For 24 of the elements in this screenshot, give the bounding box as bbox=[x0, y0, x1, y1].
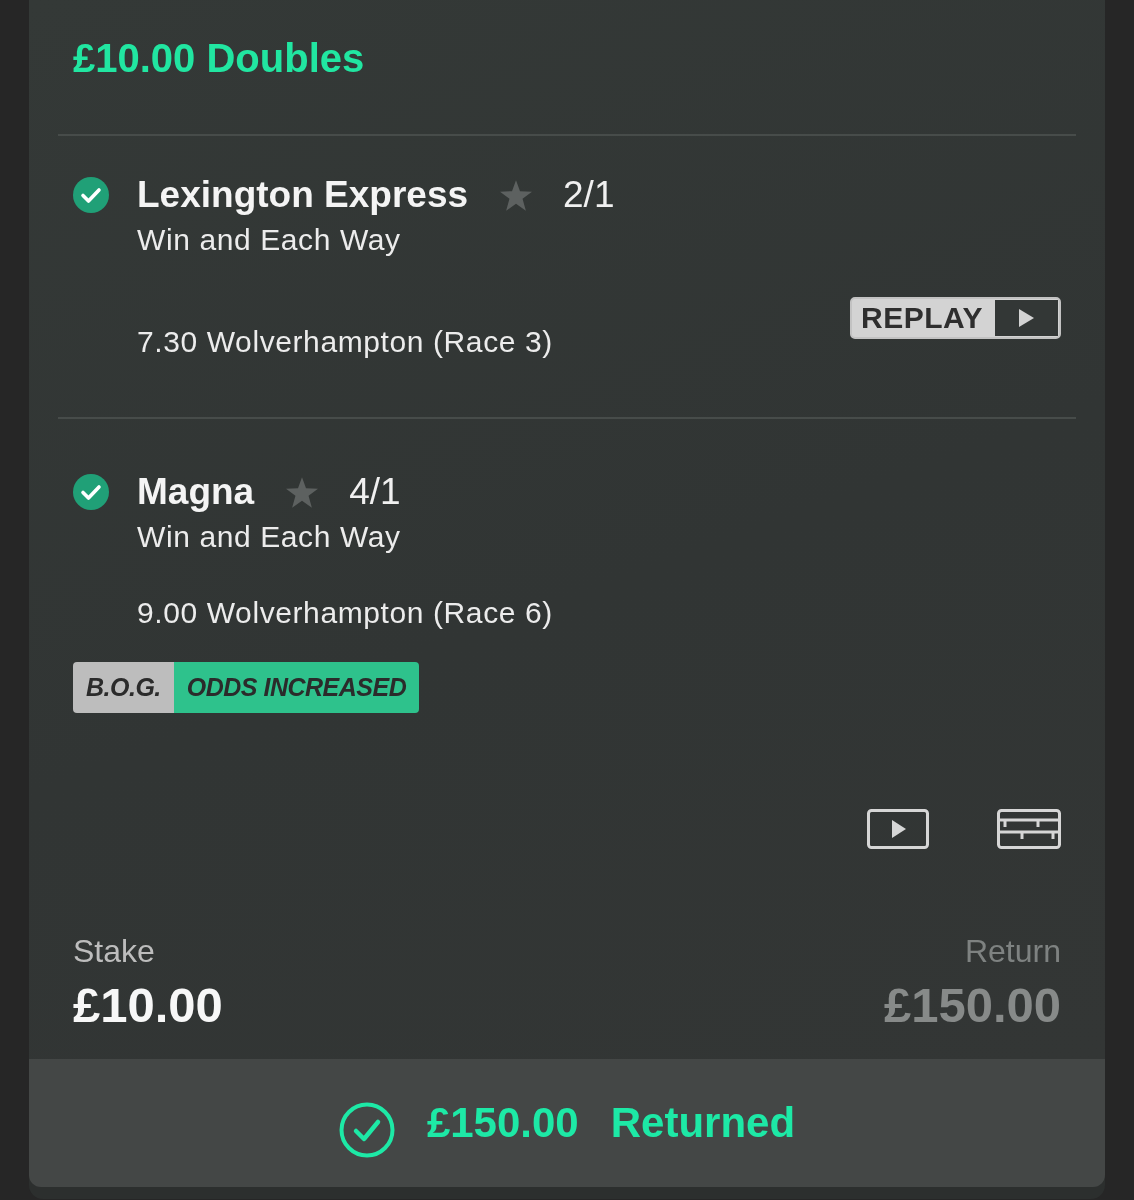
odds-text: 2/1 bbox=[563, 173, 615, 217]
stake-amount: £10.00 bbox=[73, 977, 223, 1033]
returned-status: Returned bbox=[610, 1098, 796, 1148]
market-text: Win and Each Way bbox=[137, 519, 402, 555]
return-label: Return bbox=[964, 932, 1061, 971]
replay-button[interactable]: REPLAY bbox=[850, 297, 1061, 339]
star-icon[interactable] bbox=[286, 476, 319, 508]
race-text: 9.00 Wolverhampton (Race 6) bbox=[137, 595, 553, 631]
race-text: 7.30 Wolverhampton (Race 3) bbox=[137, 324, 553, 360]
scoreboard-icon[interactable] bbox=[997, 809, 1061, 849]
offer-tag: ODDS INCREASED bbox=[173, 662, 420, 713]
video-play-icon[interactable] bbox=[867, 809, 929, 849]
returned-amount: £150.00 bbox=[426, 1098, 579, 1148]
play-icon bbox=[995, 300, 1058, 336]
selection-name: Magna bbox=[137, 470, 255, 514]
check-circle-icon bbox=[338, 1102, 395, 1158]
selection-name: Lexington Express bbox=[137, 173, 469, 217]
offer-tag: B.O.G. bbox=[73, 662, 174, 713]
star-icon[interactable] bbox=[500, 179, 533, 211]
stake-label: Stake bbox=[73, 932, 155, 971]
odds-text: 4/1 bbox=[349, 470, 401, 514]
market-text: Win and Each Way bbox=[137, 222, 402, 258]
bet-title: £10.00 Doubles bbox=[73, 35, 366, 82]
return-amount: £150.00 bbox=[883, 977, 1061, 1033]
